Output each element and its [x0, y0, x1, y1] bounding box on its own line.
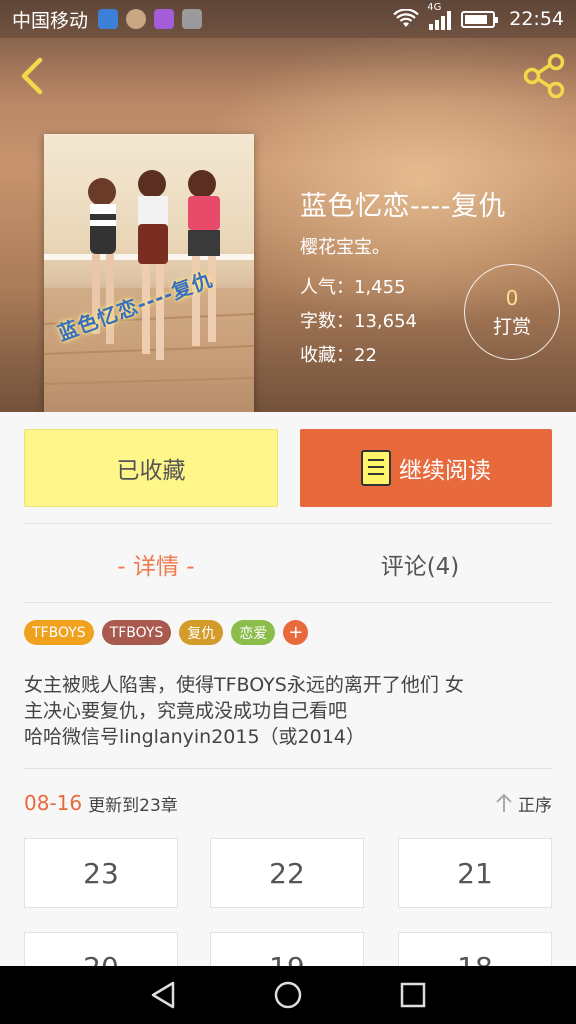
- circle-home-icon: [274, 981, 302, 1009]
- clock: 22:54: [509, 8, 564, 30]
- reward-label: 打赏: [492, 315, 531, 338]
- square-recent-icon: [401, 982, 426, 1008]
- notification-icons: [98, 9, 203, 29]
- sort-order-button[interactable]: 正序: [494, 791, 552, 816]
- detail-tabs: - 详情 - 评论(4): [24, 526, 552, 602]
- sort-order-label: 正序: [518, 795, 552, 816]
- tab-comments[interactable]: 评论(4): [288, 526, 552, 602]
- favorited-button[interactable]: 已收藏: [24, 429, 278, 507]
- book-header: 中国移动 4G 22:54 蓝色忆恋----复仇 蓝色忆恋----复仇 樱花宝宝…: [0, 0, 576, 412]
- tag-item[interactable]: TFBOYS: [24, 620, 94, 645]
- continue-reading-label: 继续阅读: [399, 458, 491, 484]
- book-title: 蓝色忆恋----复仇: [300, 191, 506, 222]
- triangle-back-icon: [151, 981, 174, 1009]
- add-tag-button[interactable]: +: [283, 620, 309, 645]
- book-cover[interactable]: 蓝色忆恋----复仇: [44, 134, 254, 412]
- tag-item[interactable]: 恋爱: [231, 620, 276, 645]
- nav-recent-button[interactable]: [393, 975, 433, 1015]
- divider: [24, 602, 552, 603]
- book-author[interactable]: 樱花宝宝。: [300, 233, 506, 259]
- notification-image-icon: [182, 9, 203, 29]
- synopsis-line: 主决心要复仇，究竟成没成功自己看吧: [24, 700, 348, 722]
- wifi-icon: [393, 9, 420, 27]
- notification-message-icon: [154, 9, 175, 29]
- tag-item[interactable]: 复仇: [179, 620, 224, 645]
- tag-list: TFBOYS TFBOYS 复仇 恋爱 +: [24, 620, 309, 645]
- share-icon: [523, 53, 565, 99]
- divider: [24, 768, 552, 769]
- book-info: 蓝色忆恋----复仇 樱花宝宝。 人气：1,455 字数：13,654 收藏：2…: [300, 184, 506, 373]
- arrow-up-icon: [496, 793, 512, 812]
- signal-icon: 4G: [427, 2, 452, 30]
- back-button[interactable]: [10, 52, 54, 100]
- chapter-button[interactable]: 22: [210, 838, 364, 908]
- book-favorites: 收藏：22: [300, 345, 377, 366]
- divider: [24, 523, 552, 524]
- nav-back-button[interactable]: [143, 975, 183, 1015]
- continue-reading-button[interactable]: 继续阅读: [300, 429, 552, 507]
- book-icon: [361, 450, 391, 486]
- reward-count: 0: [505, 285, 519, 310]
- chevron-left-icon: [21, 57, 43, 95]
- chapter-button[interactable]: 23: [24, 838, 178, 908]
- battery-icon: [461, 10, 499, 28]
- favorited-label: 已收藏: [116, 458, 186, 484]
- synopsis-line: 哈哈微信号linglanyin2015（或2014）: [24, 726, 365, 748]
- chapter-button[interactable]: 21: [398, 838, 552, 908]
- status-bar: 中国移动 4G 22:54: [0, 0, 576, 38]
- update-text: 更新到23章: [88, 795, 178, 816]
- tag-item[interactable]: TFBOYS: [101, 620, 172, 645]
- nav-home-button[interactable]: [268, 975, 308, 1015]
- carrier-label: 中国移动: [12, 9, 89, 32]
- update-date: 08-16: [24, 791, 83, 815]
- notification-avatar-icon: [126, 9, 147, 29]
- action-buttons: 已收藏 继续阅读: [24, 429, 552, 507]
- notification-app-icon: [98, 9, 119, 29]
- book-synopsis: 女主被贱人陷害，使得TFBOYS永远的离开了他们 女 主决心要复仇，究竟成没成功…: [24, 672, 552, 750]
- tab-details[interactable]: - 详情 -: [24, 526, 288, 602]
- share-button[interactable]: [520, 52, 568, 100]
- synopsis-line: 女主被贱人陷害，使得TFBOYS永远的离开了他们 女: [24, 674, 464, 696]
- system-nav-bar: [0, 966, 576, 1024]
- network-type-label: 4G: [427, 2, 442, 13]
- update-info: 08-16 更新到23章 正序: [24, 784, 552, 822]
- reward-button[interactable]: 0 打赏: [464, 264, 560, 360]
